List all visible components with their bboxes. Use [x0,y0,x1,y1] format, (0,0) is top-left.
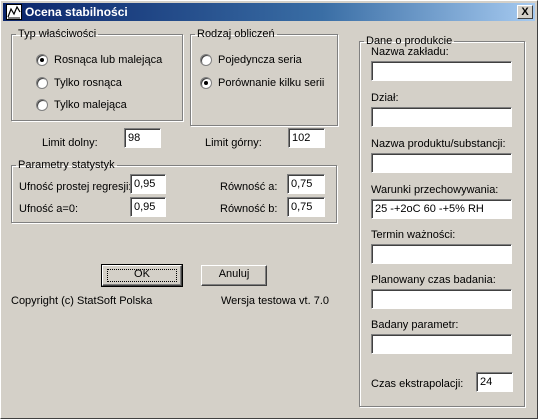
radio-porownanie-kilku-serii-label[interactable]: Porównanie kilku serii [218,77,324,90]
termin-waznosci-input[interactable] [371,244,512,264]
version-text: Wersja testowa vt. 7.0 [221,295,330,307]
window-title: Ocena stabilności [25,5,128,19]
radio-tylko-malejaca[interactable] [36,99,48,111]
radio-rosnaca-lub-malejaca[interactable] [36,54,48,66]
radio-tylko-malejaca-label[interactable]: Tylko malejąca [54,99,127,112]
rownosc-a-input[interactable]: 0,75 [287,174,325,194]
nazwa-zakladu-label: Nazwa zakładu: [371,46,449,58]
radio-pojedyncza-seria-label[interactable]: Pojedyncza seria [218,54,302,67]
limit-dolny-label: Limit dolny: [42,137,98,149]
rownosc-b-label: Równość b: [220,203,278,215]
ok-focus-rect [107,269,177,282]
nazwa-produktu-input[interactable] [371,153,512,173]
radio-pojedyncza-seria[interactable] [200,54,212,66]
dzial-input[interactable] [371,107,512,127]
warunki-przechowywania-label: Warunki przechowywania: [371,184,499,196]
termin-waznosci-label: Termin ważności: [371,229,456,241]
badany-parametr-label: Badany parametr: [371,319,459,331]
radio-tylko-rosnaca[interactable] [36,77,48,89]
ufnosc-regresji-label: Ufność prostej regresji: [19,181,132,193]
ufnosc-regresji-input[interactable]: 0,95 [130,174,166,194]
czas-ekstrapolacji-label: Czas ekstrapolacji: [371,378,464,390]
planowany-czas-input[interactable] [371,289,512,309]
close-button[interactable]: X [517,5,533,19]
rownosc-a-label: Równość a: [220,181,278,193]
anuluj-button-label: Anuluj [218,268,250,280]
planowany-czas-label: Planowany czas badania: [371,274,496,286]
limit-dolny-input[interactable]: 98 [124,128,161,148]
czas-ekstrapolacji-input[interactable]: 24 [476,372,513,392]
rodzaj-obliczen-legend: Rodzaj obliczeń [197,28,275,40]
ufnosc-a0-input[interactable]: 0,95 [130,197,166,217]
limit-gorny-label: Limit górny: [205,137,262,149]
typ-wlasciwosci-legend: Typ właściwości [18,28,97,40]
badany-parametr-input[interactable] [371,334,512,354]
nazwa-produktu-label: Nazwa produktu/substancji: [371,138,506,150]
ok-button[interactable]: OK [101,264,183,287]
ufnosc-a0-label: Ufność a=0: [19,203,79,215]
dialog-window: Ocena stabilności X Typ właściwości Rosn… [0,0,538,419]
radio-rosnaca-lub-malejaca-label[interactable]: Rosnąca lub malejąca [54,54,162,67]
limit-gorny-input[interactable]: 102 [288,128,325,148]
anuluj-button[interactable]: Anuluj [201,265,267,286]
radio-tylko-rosnaca-label[interactable]: Tylko rosnąca [54,77,122,90]
nazwa-zakladu-input[interactable] [371,61,512,81]
app-chart-icon[interactable] [6,4,22,20]
title-bar[interactable]: Ocena stabilności X [3,3,535,21]
dzial-label: Dział: [371,92,399,104]
warunki-przechowywania-input[interactable]: 25 -+2oC 60 -+5% RH [371,199,512,219]
rownosc-b-input[interactable]: 0,75 [287,197,325,217]
copyright-text: Copyright (c) StatSoft Polska [11,295,153,307]
parametry-statystyk-legend: Parametry statystyk [18,159,115,171]
radio-porownanie-kilku-serii[interactable] [200,77,212,89]
